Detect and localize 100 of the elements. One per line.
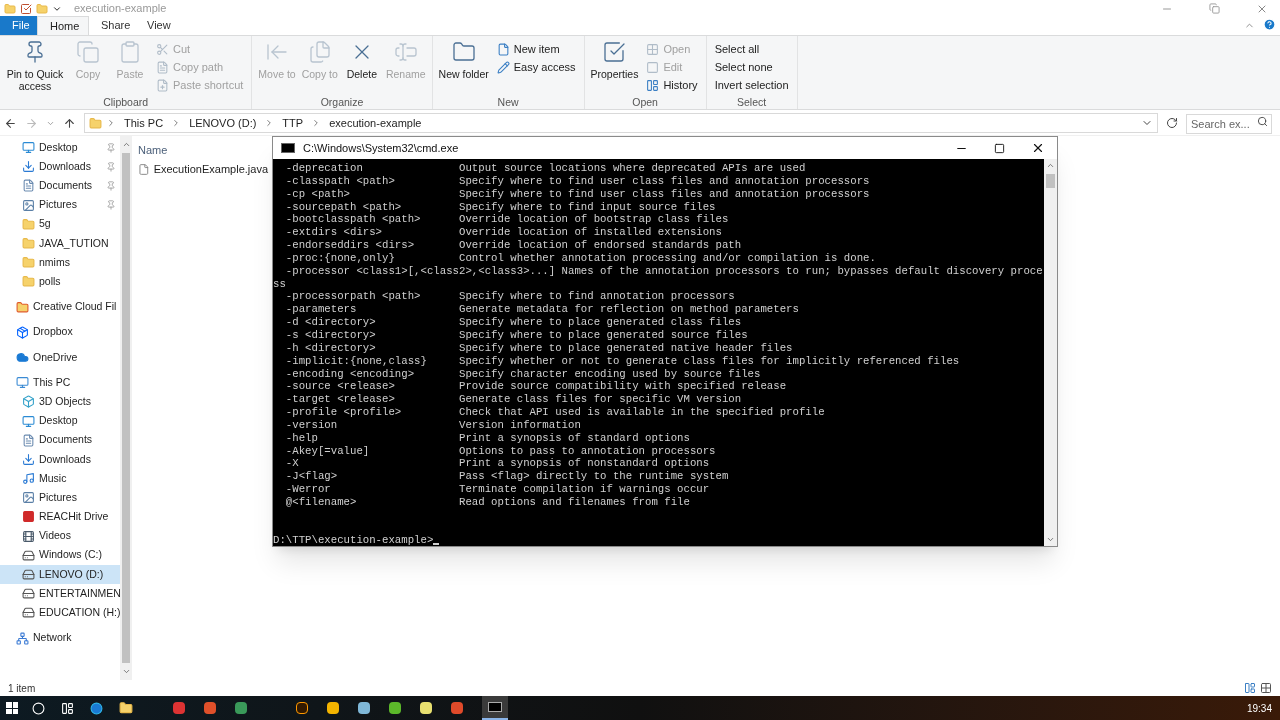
ribbon-button[interactable]: Pin to Quick access: [4, 36, 66, 95]
ribbon-tab[interactable]: Home: [37, 16, 89, 35]
terminal-line: -endorseddirs <dirs> Override location of endorsed standards path: [284, 239, 743, 252]
nav-item[interactable]: JAVA_TUTION: [0, 233, 120, 254]
terminal-line: -Akey[=value] Options to pass to annotation processors: [284, 444, 717, 458]
close-icon[interactable]: [1031, 141, 1045, 155]
pin-icon: [106, 142, 116, 153]
notepad-icon[interactable]: [358, 702, 370, 714]
scroll-up-icon[interactable]: [1046, 161, 1055, 170]
scroll-down-icon[interactable]: [121, 667, 131, 676]
scroll-down-icon[interactable]: [1046, 535, 1055, 544]
nav-item[interactable]: Windows (C:): [0, 545, 120, 565]
illustrator-icon[interactable]: [296, 702, 308, 714]
task-view-icon[interactable]: [61, 701, 74, 715]
nav-item[interactable]: nmims: [0, 253, 120, 273]
scroll-thumb[interactable]: [1046, 174, 1055, 188]
pictures-icon: [22, 198, 35, 212]
nav-item[interactable]: Music: [0, 469, 120, 489]
maximize-icon[interactable]: [994, 142, 1005, 154]
breadcrumb[interactable]: execution-example: [325, 114, 426, 132]
nav-item[interactable]: Documents: [0, 430, 120, 450]
scrollbar[interactable]: [120, 136, 132, 680]
details-view-icon[interactable]: [1244, 682, 1256, 694]
properties-icon: [20, 2, 32, 15]
terminal-line: -Werror Terminate compilation if warnings occur: [284, 483, 711, 496]
ribbon-button[interactable]: Easy access: [496, 58, 576, 76]
mail-icon[interactable]: [173, 702, 185, 714]
breadcrumb[interactable]: LENOVO (D:): [185, 114, 261, 132]
nav-item[interactable]: 3D Objects: [0, 392, 120, 412]
network-icon: [16, 631, 29, 645]
chevron-icon[interactable]: [106, 118, 116, 128]
cmd-taskbar-icon[interactable]: [482, 696, 508, 720]
scroll-up-icon[interactable]: [121, 140, 131, 149]
edge-icon[interactable]: [90, 701, 103, 715]
ribbon-button[interactable]: New item: [496, 40, 576, 58]
nav-item[interactable]: REACHit Drive: [0, 507, 120, 527]
presentation-icon[interactable]: [451, 702, 463, 714]
file-explorer-icon[interactable]: [119, 701, 133, 715]
nav-item[interactable]: This PC: [0, 373, 120, 393]
document-icon[interactable]: [204, 702, 216, 714]
nav-item[interactable]: Desktop: [0, 411, 120, 431]
refresh-icon[interactable]: [1166, 117, 1178, 129]
ribbon-button[interactable]: Select all: [714, 40, 789, 58]
up-icon[interactable]: [63, 116, 76, 130]
ribbon-icon: [646, 78, 660, 92]
camtasia-icon[interactable]: [389, 702, 401, 714]
group-label: Open: [632, 95, 658, 109]
terminal-line: -processor <class1>[,<class2>,<class3>...] Names of the annotation processors to run; bypasses default discovery proce: [284, 264, 1044, 278]
nav-item[interactable]: Network: [0, 628, 120, 648]
ribbon-tab[interactable]: Share: [89, 16, 135, 35]
ribbon-icon: [156, 42, 169, 56]
ribbon-button[interactable]: Select none: [714, 58, 789, 76]
ribbon-tab[interactable]: File: [0, 16, 37, 35]
nav-item[interactable]: EDUCATION (H:): [0, 603, 120, 623]
search-icon[interactable]: [1257, 116, 1268, 127]
start-button[interactable]: [6, 702, 18, 714]
column-header[interactable]: Name: [138, 142, 168, 160]
nav-item[interactable]: Pictures: [0, 488, 120, 508]
browser-icon[interactable]: [327, 702, 339, 714]
nav-item[interactable]: Pictures: [0, 195, 120, 215]
address-bar[interactable]: This PC LENOVO (D:) TTP execution-example: [84, 113, 1158, 133]
file-row[interactable]: ExecutionExample.java: [138, 160, 268, 179]
ribbon-button[interactable]: Delete: [341, 36, 382, 95]
tiles-view-icon[interactable]: [1260, 682, 1272, 694]
nav-item[interactable]: Downloads: [0, 449, 120, 469]
ribbon-button[interactable]: Invert selection: [714, 76, 789, 94]
ribbon-tab[interactable]: View: [135, 16, 181, 35]
nav-item[interactable]: Downloads: [0, 157, 120, 177]
ribbon-button[interactable]: New folder: [436, 36, 491, 95]
help-icon[interactable]: [1263, 18, 1276, 31]
nav-item[interactable]: Dropbox: [0, 322, 120, 342]
nav-item[interactable]: LENOVO (D:): [0, 564, 120, 585]
nav-item[interactable]: Documents: [0, 176, 120, 196]
ribbon-button[interactable]: History: [646, 76, 698, 94]
notes-icon[interactable]: [420, 702, 432, 714]
music-icon: [22, 472, 35, 486]
breadcrumb[interactable]: This PC: [120, 114, 168, 132]
chart-icon[interactable]: [235, 702, 247, 714]
search-field[interactable]: Search ex...: [1186, 114, 1272, 134]
ribbon-button[interactable]: Properties: [588, 36, 641, 95]
nav-item[interactable]: Videos: [0, 526, 120, 546]
scroll-thumb[interactable]: [122, 153, 130, 663]
nav-item[interactable]: Desktop: [0, 138, 120, 158]
back-icon[interactable]: [4, 116, 17, 130]
breadcrumb[interactable]: TTP: [278, 114, 308, 132]
group-label: New: [497, 95, 519, 109]
status-text: 1 item: [8, 681, 37, 696]
pin-icon: [106, 180, 116, 191]
nav-item[interactable]: polls: [0, 272, 120, 292]
nav-item[interactable]: Creative Cloud Fil: [0, 297, 120, 317]
scrollbar[interactable]: [1044, 159, 1057, 546]
nav-item[interactable]: 5g: [0, 214, 120, 234]
terminal-line: -proc:{none,only} Control whether annotation processing and/or compilation is done.: [284, 251, 877, 265]
ribbon-icon: [646, 42, 660, 56]
clock: 19:34: [1246, 701, 1272, 716]
nav-item[interactable]: ENTERTAINMEN: [0, 584, 120, 604]
command-prompt[interactable]: D:\TTP\execution-example>: [273, 534, 434, 546]
file-icon: [138, 163, 150, 176]
terminal-line: -classpath <path> Specify where to find user class files and annotation processors: [284, 174, 871, 188]
nav-item[interactable]: OneDrive: [0, 347, 120, 368]
